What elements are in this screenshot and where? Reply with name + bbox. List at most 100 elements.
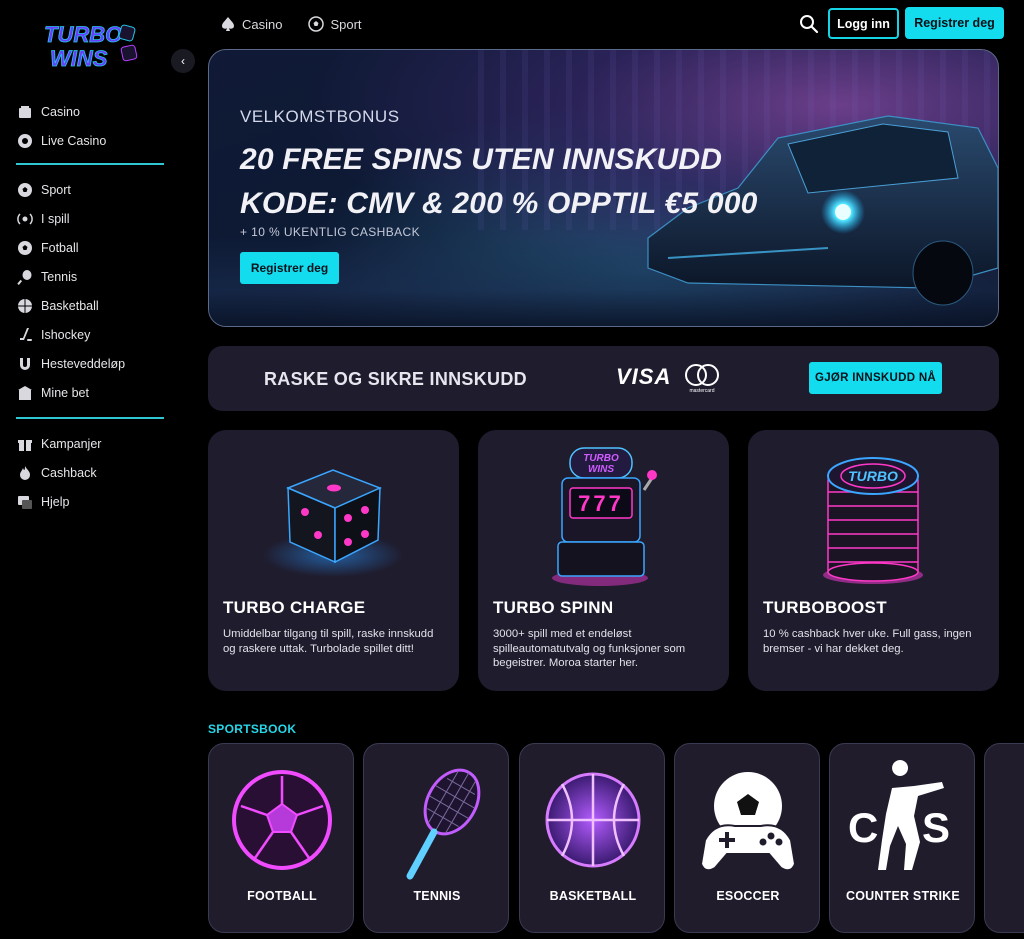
sidebar-item-label: Cashback: [41, 465, 97, 480]
mastercard-wordmark: mastercard: [689, 388, 714, 394]
next-sport-icon: [985, 754, 1024, 884]
chip-label: TURBO: [848, 468, 898, 484]
sport-label: COUNTER STRIKE: [846, 889, 960, 903]
topnav-casino-label: Casino: [242, 16, 283, 32]
sidebar-item-tennis[interactable]: Tennis: [16, 262, 166, 291]
sidebar-item-mine-bet[interactable]: Mine bet: [16, 378, 166, 407]
slot-logo-bottom: WINS: [588, 464, 614, 475]
nav-group-casino: Casino Live Casino: [16, 97, 166, 155]
hockey-icon: [16, 326, 34, 344]
search-icon[interactable]: [799, 14, 819, 34]
gift-icon: [16, 435, 34, 453]
sidebar-item-label: Hesteveddeløp: [41, 356, 126, 371]
mastercard-logo: mastercard: [685, 364, 719, 394]
feature-card-turboboost[interactable]: TURBO TURBOBOOST 10 % cashback hver uke.…: [748, 430, 999, 691]
counter-strike-icon: C S: [848, 760, 950, 870]
logo-text-top: TURBO: [44, 22, 122, 47]
football-icon: [16, 239, 34, 257]
sidebar-item-label: Sport: [41, 182, 71, 197]
logo-text-bottom: WINS: [50, 46, 108, 71]
sidebar-item-basketball[interactable]: Basketball: [16, 291, 166, 320]
sidebar-item-cashback[interactable]: Cashback: [16, 458, 166, 487]
basketball-icon: [545, 772, 641, 868]
sport-card-football[interactable]: FOOTBALL: [208, 743, 354, 933]
nav-group-extra: Kampanjer Cashback Hjelp: [16, 429, 166, 516]
sidebar-item-label: Ishockey: [41, 327, 91, 342]
sport-card-esoccer[interactable]: ESOCCER: [674, 743, 820, 933]
feature-title: TURBO SPINN: [493, 598, 614, 617]
live-casino-icon: [16, 132, 34, 150]
sidebar-item-fotball[interactable]: Fotball: [16, 233, 166, 262]
hero-banner[interactable]: VELKOMSTBONUS 20 FREE SPINS UTEN INNSKUD…: [208, 49, 999, 327]
sport-card-basketball[interactable]: BASKETBALL: [519, 743, 665, 933]
sidebar-item-casino[interactable]: Casino: [16, 97, 166, 126]
topnav-casino[interactable]: Casino: [220, 16, 282, 32]
sidebar-item-label: Fotball: [41, 240, 79, 255]
sidebar-item-label: Tennis: [41, 269, 78, 284]
esoccer-controller-icon: [699, 772, 797, 872]
feature-description: 10 % cashback hver uke. Full gass, ingen…: [763, 628, 972, 655]
sidebar-divider: [16, 163, 164, 165]
live-icon: [16, 210, 34, 228]
turbo-wins-logo[interactable]: TURBO WINS: [40, 18, 144, 74]
deposit-title: RASKE OG SIKRE INNSKUDD: [264, 369, 527, 389]
sidebar-item-kampanjer[interactable]: Kampanjer: [16, 429, 166, 458]
top-nav: Casino Sport: [220, 12, 362, 36]
hero-headline-1: 20 FREE SPINS UTEN INNSKUDD: [240, 143, 723, 176]
sidebar-item-live-casino[interactable]: Live Casino: [16, 126, 166, 155]
feature-description: Umiddelbar tilgang til spill, raske inns…: [223, 628, 434, 655]
nav-group-sport: Sport I spill Fotball Tennis Basketball Ishoc…: [16, 175, 166, 407]
sidebar: TURBO WINS ‹ Casino Live Casino Sport I sp…: [0, 0, 195, 939]
dice-icon: [263, 469, 403, 577]
cs-logo-s: S: [922, 804, 950, 851]
sport-label: BASKETBALL: [549, 889, 637, 903]
sidebar-item-label: Live Casino: [41, 133, 107, 148]
feature-card-turbo-spinn[interactable]: TURBO WINS 777 TURBO SPINN 3000+ spill m…: [478, 430, 729, 691]
hero-eyebrow: VELKOMSTBONUS: [240, 107, 400, 126]
deposit-banner: RASKE OG SIKRE INNSKUDD VISA mastercard …: [208, 346, 999, 411]
horseshoe-icon: [16, 355, 34, 373]
feature-title: TURBOBOOST: [763, 598, 887, 617]
sport-card-tennis[interactable]: TENNIS: [363, 743, 509, 933]
sidebar-item-sport[interactable]: Sport: [16, 175, 166, 204]
sport-label: FOOTBALL: [247, 889, 317, 903]
flame-icon: [16, 464, 34, 482]
sport-card-counter-strike[interactable]: C S COUNTER STRIKE: [829, 743, 975, 933]
topnav-sport[interactable]: Sport: [308, 16, 362, 32]
sportsbook-label: SPORTSBOOK: [208, 722, 297, 736]
football-icon: [232, 770, 332, 870]
chevron-left-icon: ‹: [181, 54, 185, 68]
tennis-icon: [16, 268, 34, 286]
sidebar-item-i-spill[interactable]: I spill: [16, 204, 166, 233]
feature-card-turbo-charge[interactable]: TURBO CHARGE Umiddelbar tilgang til spil…: [208, 430, 459, 691]
register-button[interactable]: Registrer deg: [905, 7, 1004, 39]
topnav-sport-label: Sport: [330, 16, 362, 32]
deposit-now-button[interactable]: GJØR INNSKUDD NÅ: [809, 362, 942, 394]
hero-register-button[interactable]: Registrer deg: [240, 252, 339, 284]
sidebar-item-label: Kampanjer: [41, 436, 102, 451]
feature-title: TURBO CHARGE: [223, 598, 366, 617]
sport-card-partial[interactable]: [984, 743, 1024, 933]
sidebar-item-hesteveddeløp[interactable]: Hesteveddeløp: [16, 349, 166, 378]
sport-label: TENNIS: [413, 889, 461, 903]
feature-description: 3000+ spill med et endeløst spilleautoma…: [493, 628, 686, 669]
spade-icon: [222, 17, 234, 31]
login-button[interactable]: Logg inn: [828, 8, 899, 39]
sport-label: ESOCCER: [716, 889, 780, 903]
cs-logo-c: C: [848, 804, 878, 851]
sport-icon: [16, 181, 34, 199]
tennis-racket-icon: [406, 768, 481, 880]
sidebar-divider: [16, 417, 164, 419]
sidebar-item-label: I spill: [41, 211, 70, 226]
casino-icon: [16, 103, 34, 121]
basketball-icon: [16, 297, 34, 315]
my-bets-icon: [16, 384, 34, 402]
sidebar-collapse-button[interactable]: ‹: [171, 49, 195, 73]
hero-subtext: + 10 % UKENTLIG CASHBACK: [240, 225, 420, 239]
slot-logo-top: TURBO: [583, 453, 619, 464]
soccer-ball-icon: [308, 16, 325, 32]
sidebar-item-label: Mine bet: [41, 385, 89, 400]
visa-logo: VISA: [616, 364, 672, 389]
sidebar-item-hjelp[interactable]: Hjelp: [16, 487, 166, 516]
sidebar-item-ishockey[interactable]: Ishockey: [16, 320, 166, 349]
